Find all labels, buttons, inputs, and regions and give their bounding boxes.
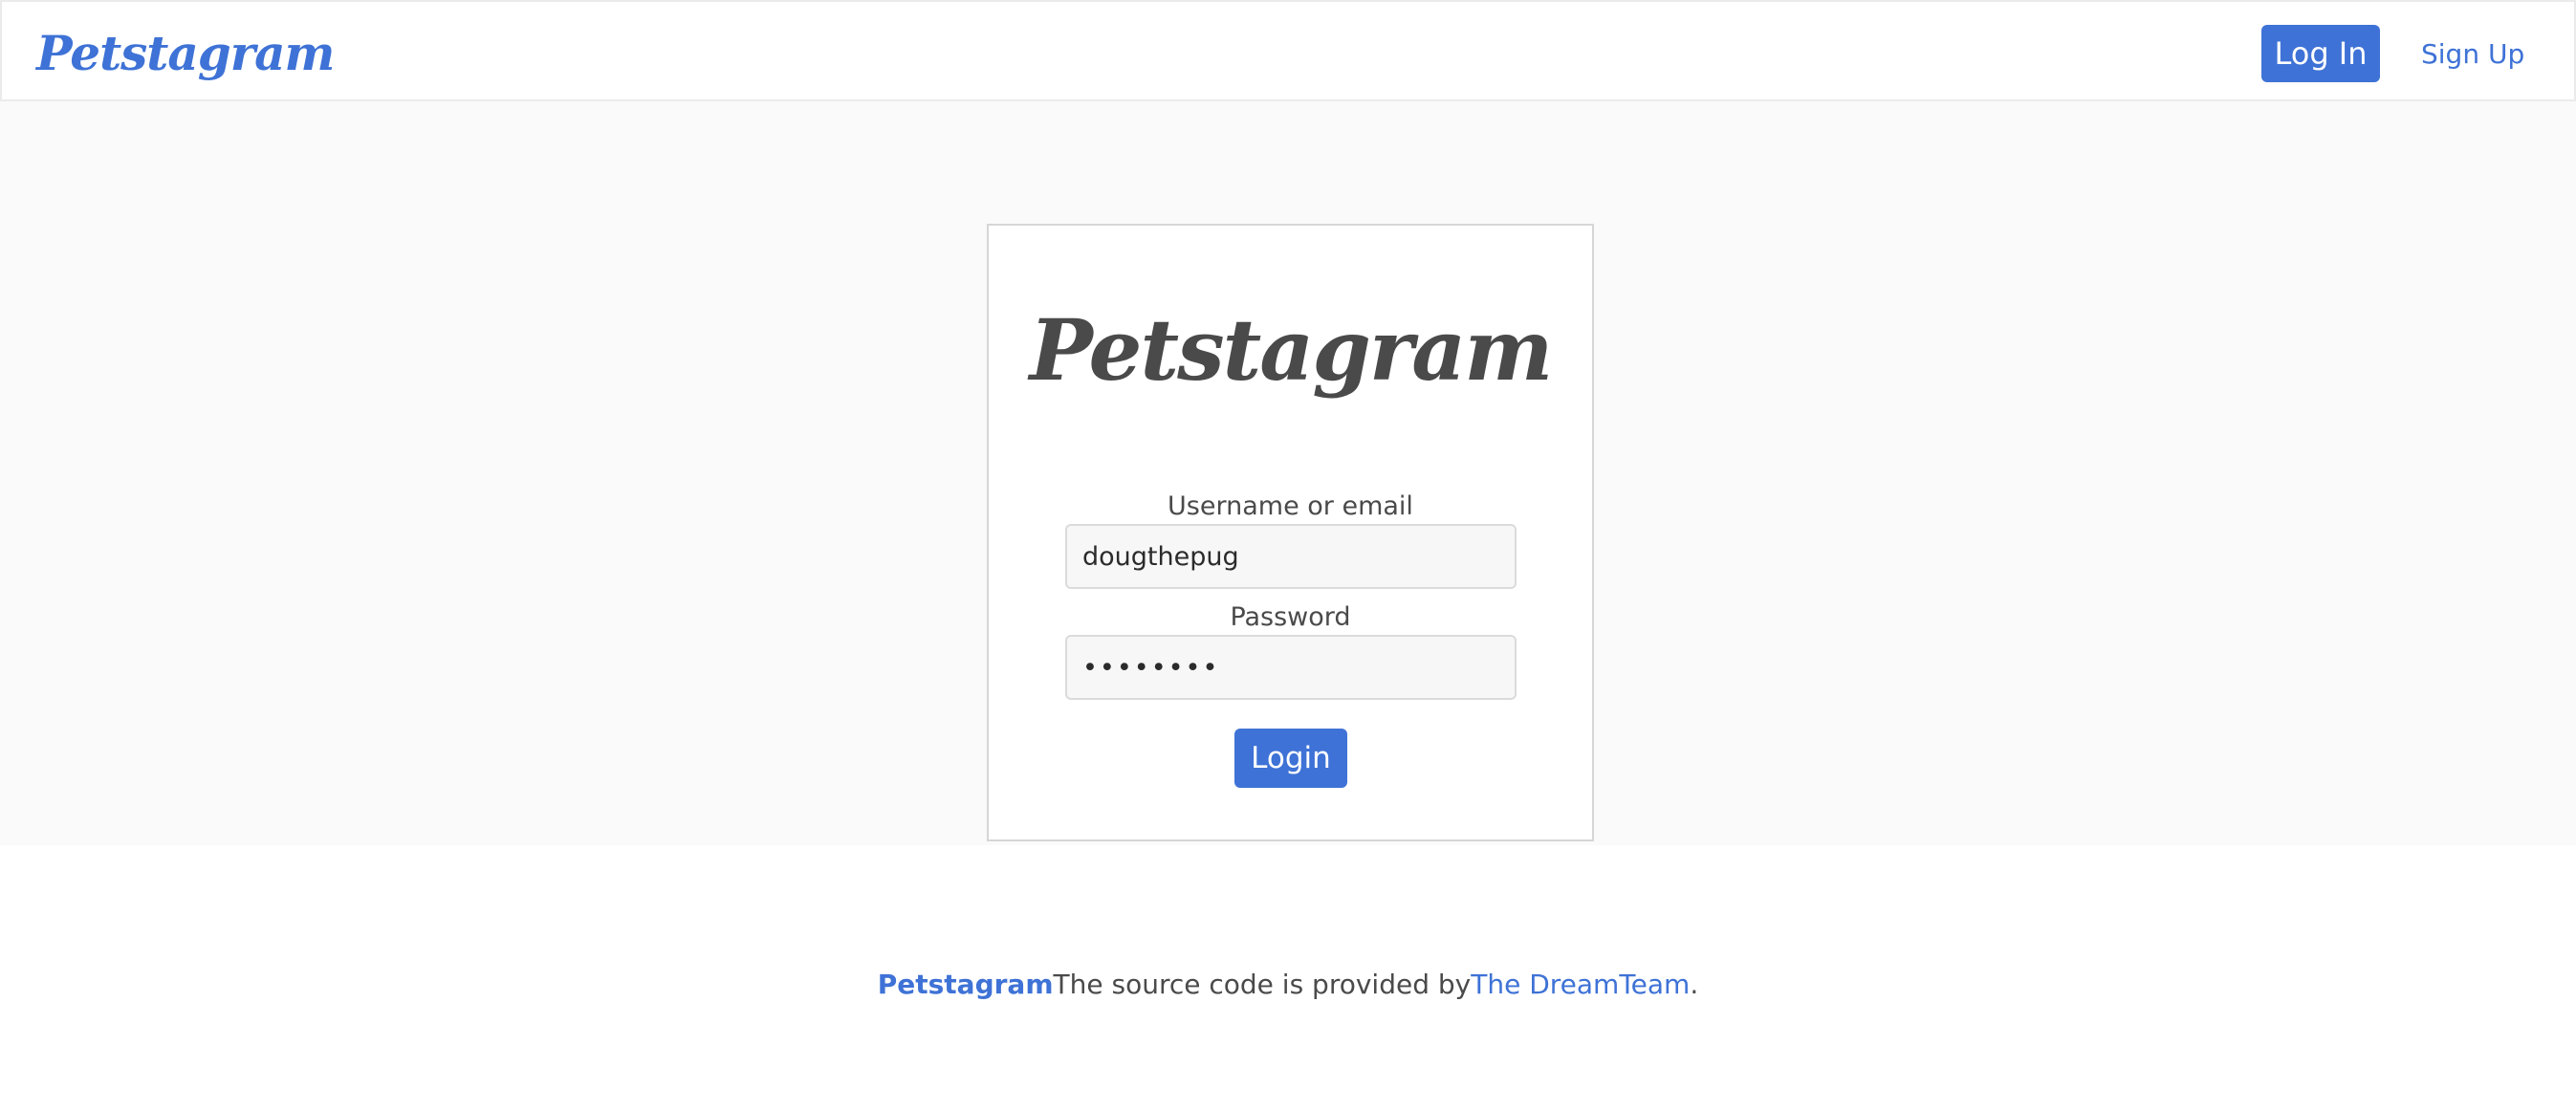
login-section: Petstagram Username or email Password Lo… [0, 101, 2576, 845]
password-label: Password [1230, 602, 1351, 632]
username-input[interactable] [1065, 524, 1517, 589]
username-label: Username or email [1168, 491, 1413, 521]
nav-login-button[interactable]: Log In [2261, 25, 2380, 82]
footer-period: . [1690, 969, 1699, 1000]
login-submit-button[interactable]: Login [1234, 729, 1347, 788]
nav-signup-link[interactable]: Sign Up [2421, 31, 2524, 78]
footer-credit-text: The source code is provided by [1053, 969, 1472, 1000]
footer-team-link[interactable]: The DreamTeam [1471, 969, 1690, 1000]
footer-brand: Petstagram [877, 969, 1054, 1000]
card-logo: Petstagram [1029, 300, 1554, 400]
login-card: Petstagram Username or email Password Lo… [987, 224, 1594, 841]
top-navbar: Petstagram Log In Sign Up [0, 0, 2576, 101]
password-input[interactable] [1065, 635, 1517, 700]
footer-text: PetstagramThe source code is provided by… [0, 966, 2576, 1004]
page-footer: PetstagramThe source code is provided by… [0, 845, 2576, 1111]
brand-logo-link[interactable]: Petstagram [36, 15, 335, 92]
